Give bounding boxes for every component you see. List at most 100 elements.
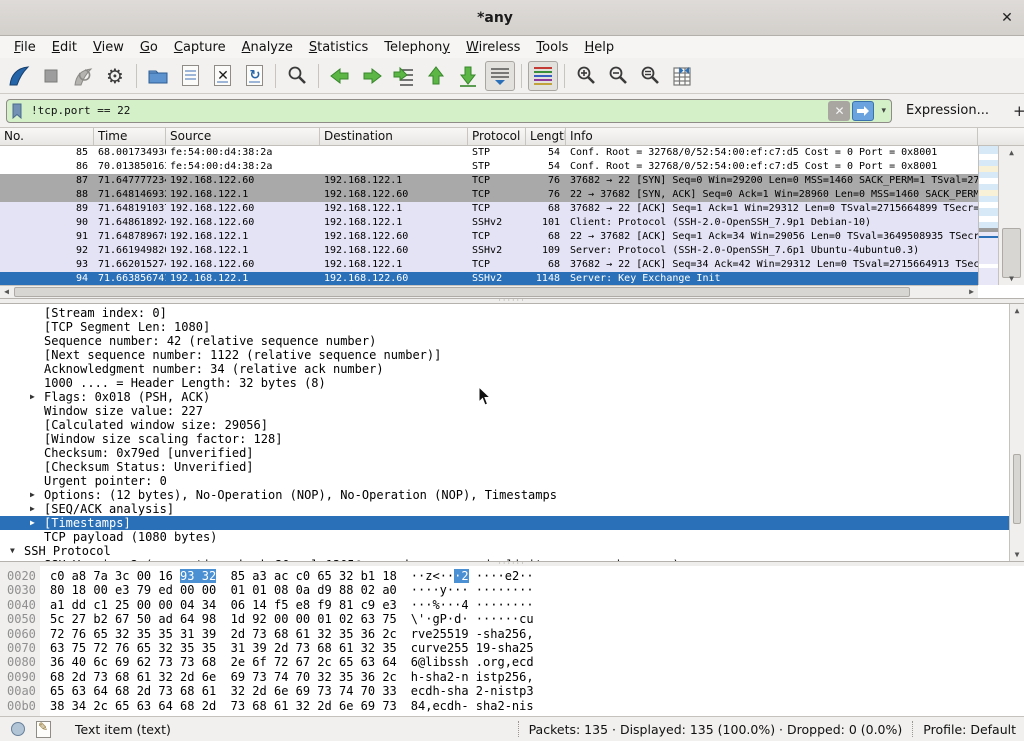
- detail-line[interactable]: ▶[Timestamps]: [0, 516, 1009, 530]
- packet-row[interactable]: 9271.661949820192.168.122.1192.168.122.6…: [0, 244, 978, 258]
- scroll-left-icon[interactable]: ◀: [0, 286, 13, 298]
- detail-line[interactable]: ▶Flags: 0x018 (PSH, ACK): [0, 390, 1009, 404]
- zoom-in-icon[interactable]: [571, 61, 601, 91]
- open-capture-file-icon[interactable]: [143, 61, 173, 91]
- packet-row[interactable]: 8871.648146932192.168.122.1192.168.122.6…: [0, 188, 978, 202]
- packet-row[interactable]: 8568.001734936fe:54:00:d4:38:2aSTP54Conf…: [0, 146, 978, 160]
- hex-row[interactable]: 00b038 34 2c 65 63 64 68 2d 73 68 61 32 …: [0, 699, 1024, 713]
- scrollbar-thumb[interactable]: [14, 287, 910, 297]
- detail-line[interactable]: ▼SSH Protocol: [0, 544, 1009, 558]
- hex-row[interactable]: 0020c0 a8 7a 3c 00 16 93 32 85 a3 ac c0 …: [0, 569, 1024, 583]
- packet-list-horizontal-scrollbar[interactable]: ◀ ▶: [0, 285, 978, 298]
- detail-line[interactable]: ▶[SEQ/ACK analysis]: [0, 502, 1009, 516]
- zoom-original-icon[interactable]: [635, 61, 665, 91]
- menu-item-view[interactable]: View: [85, 38, 132, 57]
- detail-line[interactable]: [TCP Segment Len: 1080]: [0, 320, 1009, 334]
- expert-info-icon[interactable]: [10, 721, 26, 737]
- detail-line[interactable]: [Calculated window size: 29056]: [0, 418, 1009, 432]
- filter-bookmark-icon[interactable]: [7, 103, 27, 119]
- expander-closed-icon[interactable]: ▶: [30, 502, 35, 516]
- start-capture-icon[interactable]: [4, 61, 34, 91]
- packet-row[interactable]: 9171.648789678192.168.122.1192.168.122.6…: [0, 230, 978, 244]
- hex-row[interactable]: 008036 40 6c 69 62 73 73 68 2e 6f 72 67 …: [0, 655, 1024, 669]
- stop-capture-icon[interactable]: [36, 61, 66, 91]
- go-last-packet-icon[interactable]: [453, 61, 483, 91]
- hex-row[interactable]: 006072 76 65 32 35 35 31 39 2d 73 68 61 …: [0, 627, 1024, 641]
- scroll-up-icon[interactable]: ▲: [1010, 304, 1024, 317]
- expander-closed-icon[interactable]: ▶: [30, 390, 35, 404]
- go-back-icon[interactable]: [325, 61, 355, 91]
- packet-row[interactable]: 8670.013850163fe:54:00:d4:38:2aSTP54Conf…: [0, 160, 978, 174]
- menu-item-file[interactable]: File: [6, 38, 44, 57]
- packet-row[interactable]: 9071.648618924192.168.122.60192.168.122.…: [0, 216, 978, 230]
- menu-item-capture[interactable]: Capture: [166, 38, 234, 57]
- go-forward-icon[interactable]: [357, 61, 387, 91]
- hex-row[interactable]: 007063 75 72 76 65 32 35 35 31 39 2d 73 …: [0, 641, 1024, 655]
- packet-list-vertical-scrollbar[interactable]: ▲ ▼: [998, 146, 1024, 285]
- reload-capture-file-icon[interactable]: ↻: [239, 61, 269, 91]
- expander-closed-icon[interactable]: ▶: [30, 558, 35, 562]
- menu-item-statistics[interactable]: Statistics: [301, 38, 376, 57]
- auto-scroll-toggle-icon[interactable]: [485, 61, 515, 91]
- find-packet-icon[interactable]: [282, 61, 312, 91]
- scroll-up-icon[interactable]: ▲: [999, 146, 1024, 159]
- packet-row[interactable]: 9371.662015274192.168.122.60192.168.122.…: [0, 258, 978, 272]
- detail-line[interactable]: Sequence number: 42 (relative sequence n…: [0, 334, 1009, 348]
- add-filter-button[interactable]: +: [1001, 102, 1024, 120]
- colorize-toggle-icon[interactable]: [528, 61, 558, 91]
- display-filter-input[interactable]: [27, 100, 828, 122]
- column-header-length[interactable]: Length: [526, 128, 566, 145]
- menu-item-wireless[interactable]: Wireless: [458, 38, 528, 57]
- column-header-time[interactable]: Time: [94, 128, 166, 145]
- packet-row[interactable]: 8771.647777234192.168.122.60192.168.122.…: [0, 174, 978, 188]
- column-header-source[interactable]: Source: [166, 128, 320, 145]
- go-first-packet-icon[interactable]: [421, 61, 451, 91]
- packet-row[interactable]: 9471.663856741192.168.122.1192.168.122.6…: [0, 272, 978, 285]
- hex-row[interactable]: 00a065 63 64 68 2d 73 68 61 32 2d 6e 69 …: [0, 684, 1024, 698]
- detail-line[interactable]: Checksum: 0x79ed [unverified]: [0, 446, 1009, 460]
- save-capture-file-icon[interactable]: [175, 61, 205, 91]
- hex-row[interactable]: 00505c 27 b2 67 50 ad 64 98 1d 92 00 00 …: [0, 612, 1024, 626]
- column-header-info[interactable]: Info: [566, 128, 978, 145]
- status-profile[interactable]: Profile: Default: [923, 722, 1016, 737]
- column-header-destination[interactable]: Destination: [320, 128, 468, 145]
- detail-line[interactable]: TCP payload (1080 bytes): [0, 530, 1009, 544]
- detail-line[interactable]: ▶Options: (12 bytes), No-Operation (NOP)…: [0, 488, 1009, 502]
- detail-line[interactable]: Acknowledgment number: 34 (relative ack …: [0, 362, 1009, 376]
- details-vertical-scrollbar[interactable]: ▲ ▼: [1009, 304, 1024, 561]
- expression-button[interactable]: Expression...: [892, 103, 1001, 118]
- intelligent-scrollbar-minimap[interactable]: [978, 146, 998, 285]
- capture-options-icon[interactable]: ⚙: [100, 61, 130, 91]
- menu-item-telephony[interactable]: Telephony: [376, 38, 458, 57]
- detail-line[interactable]: Urgent pointer: 0: [0, 474, 1009, 488]
- capture-comment-icon[interactable]: [36, 721, 51, 738]
- detail-line[interactable]: [Checksum Status: Unverified]: [0, 460, 1009, 474]
- filter-history-caret-icon[interactable]: ▾: [876, 106, 891, 116]
- detail-line[interactable]: [Window size scaling factor: 128]: [0, 432, 1009, 446]
- go-to-packet-icon[interactable]: [389, 61, 419, 91]
- zoom-out-icon[interactable]: [603, 61, 633, 91]
- scroll-down-icon[interactable]: ▼: [999, 272, 1024, 285]
- close-icon[interactable]: ✕: [990, 10, 1024, 26]
- resize-columns-icon[interactable]: [667, 61, 697, 91]
- restart-capture-icon[interactable]: [68, 61, 98, 91]
- menu-item-go[interactable]: Go: [132, 38, 166, 57]
- menu-item-tools[interactable]: Tools: [528, 38, 576, 57]
- scroll-right-icon[interactable]: ▶: [965, 286, 978, 298]
- hex-row[interactable]: 009068 2d 73 68 61 32 2d 6e 69 73 74 70 …: [0, 670, 1024, 684]
- scroll-down-icon[interactable]: ▼: [1010, 548, 1024, 561]
- hex-row[interactable]: 003080 18 00 e3 79 ed 00 00 01 01 08 0a …: [0, 583, 1024, 597]
- hex-row[interactable]: 0040a1 dd c1 25 00 00 04 34 06 14 f5 e8 …: [0, 598, 1024, 612]
- detail-line[interactable]: 1000 .... = Header Length: 32 bytes (8): [0, 376, 1009, 390]
- expander-closed-icon[interactable]: ▶: [30, 488, 35, 502]
- detail-line[interactable]: ▶SSH Version 2 (encryption:chacha20-poly…: [0, 558, 1009, 562]
- expander-closed-icon[interactable]: ▶: [30, 516, 35, 530]
- menu-item-edit[interactable]: Edit: [44, 38, 85, 57]
- column-header-protocol[interactable]: Protocol: [468, 128, 526, 145]
- close-capture-file-icon[interactable]: ✕: [207, 61, 237, 91]
- expander-open-icon[interactable]: ▼: [10, 544, 15, 558]
- scrollbar-thumb[interactable]: [1002, 228, 1021, 278]
- column-header-no[interactable]: No.: [0, 128, 94, 145]
- menu-item-help[interactable]: Help: [576, 38, 622, 57]
- filter-clear-icon[interactable]: ✕: [828, 101, 850, 121]
